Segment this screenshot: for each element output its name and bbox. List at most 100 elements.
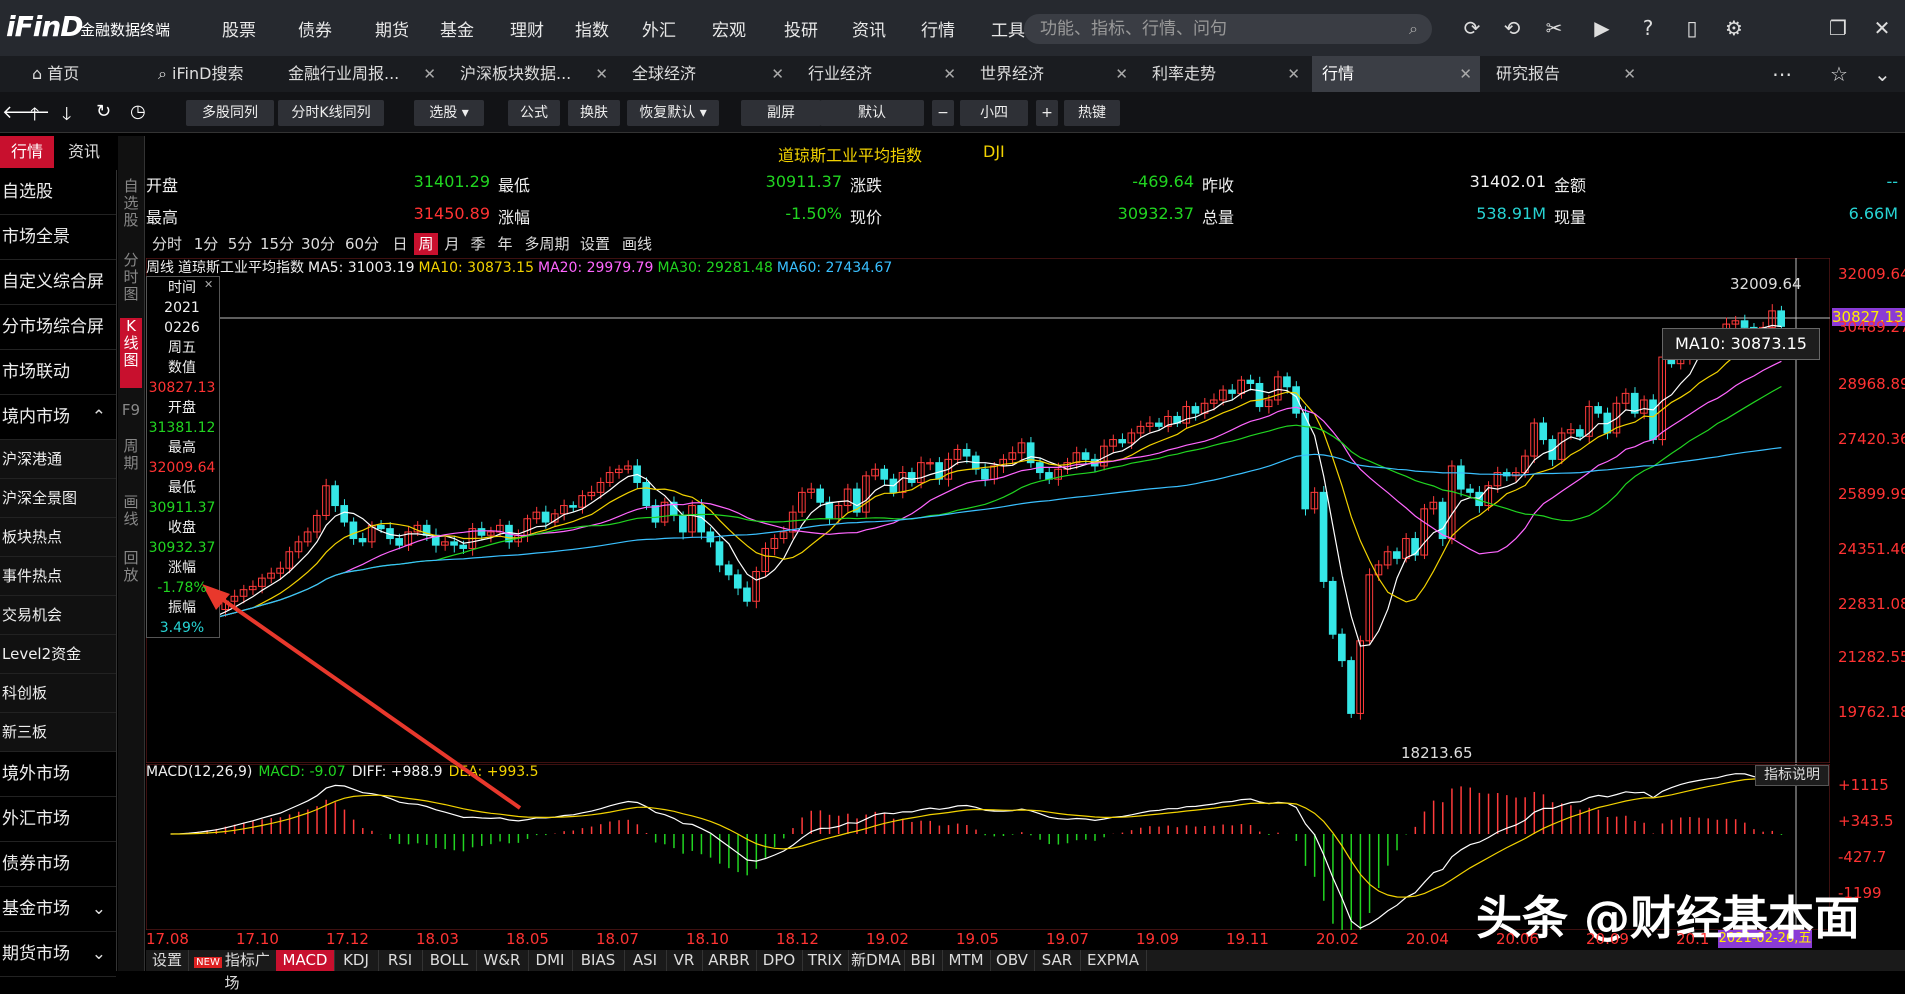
chevron-down-icon[interactable]: ⌄ (92, 887, 106, 932)
close-tab-icon[interactable]: ✕ (943, 56, 956, 92)
video-icon[interactable]: ▶ (1590, 16, 1614, 40)
period-13[interactable]: 画线 (616, 233, 658, 255)
indicator-explain-button[interactable]: 指标说明 (1755, 765, 1829, 786)
period-12[interactable]: 设置 (576, 233, 614, 255)
close-tab-icon[interactable]: ✕ (1623, 56, 1636, 92)
nav-item-0[interactable]: 自选股 (0, 170, 116, 215)
side-tab-quotes[interactable]: 行情 (0, 136, 54, 168)
menu-5[interactable]: 指数 (575, 16, 609, 41)
search-icon[interactable]: ⌕ (1409, 14, 1418, 44)
nav-item-15[interactable]: 外汇市场 (0, 797, 116, 842)
chevron-up-icon[interactable]: ⌃ (92, 395, 106, 440)
indicator-tab-10[interactable]: VR (666, 950, 703, 971)
refresh-icon[interactable]: ⟳ (1460, 16, 1484, 40)
menu-7[interactable]: 宏观 (712, 16, 746, 41)
nav-item-3[interactable]: 分市场综合屏 (0, 305, 116, 350)
vertical-tab-4[interactable]: 周期 (120, 438, 142, 488)
mobile-icon[interactable]: ▯ (1680, 16, 1704, 40)
toolbar-button-6[interactable]: 副屏 (741, 100, 821, 126)
vertical-tab-2[interactable]: K线图 (120, 318, 142, 388)
nav-item-13[interactable]: 新三板 (0, 713, 116, 752)
tab-2[interactable]: 金融行业周报... ✕ (278, 56, 444, 92)
close-tab-icon[interactable]: ✕ (595, 56, 608, 92)
nav-item-6[interactable]: 沪深港通 (0, 440, 116, 479)
search-input[interactable]: 功能、指标、行情、问句 ⌕ (1024, 14, 1432, 44)
toolbar-button-4[interactable]: 换肤 (568, 100, 620, 126)
scissors-icon[interactable]: ✂ (1542, 16, 1566, 40)
indicator-tab-3[interactable]: KDJ (334, 950, 379, 971)
toolbar-button-10[interactable]: + (1036, 100, 1058, 126)
clock-icon[interactable]: ◷ (130, 101, 146, 122)
period-5[interactable]: 60分 (340, 233, 384, 255)
nav-item-2[interactable]: 自定义综合屏 (0, 260, 116, 305)
indicator-tab-6[interactable]: W&R (476, 950, 529, 971)
indicator-tab-1[interactable]: NEW 指标广场 (188, 950, 277, 992)
menu-4[interactable]: 理财 (510, 16, 544, 41)
menu-2[interactable]: 期货 (375, 16, 409, 41)
star-icon[interactable]: ☆ (1830, 62, 1848, 86)
tab-5[interactable]: 行业经济 ✕ (798, 56, 964, 92)
close-icon[interactable]: ✕ (1870, 16, 1894, 40)
close-tab-icon[interactable]: ✕ (771, 56, 784, 92)
indicator-tab-5[interactable]: BOLL (422, 950, 477, 971)
chevron-down-icon[interactable]: ⌄ (1874, 62, 1891, 86)
nav-item-17[interactable]: 基金市场 ⌄ (0, 887, 116, 932)
close-tab-icon[interactable]: ✕ (1287, 56, 1300, 92)
indicator-tab-8[interactable]: BIAS (572, 950, 625, 971)
vertical-tab-0[interactable]: 自选股 (120, 178, 142, 250)
period-8[interactable]: 月 (440, 233, 464, 255)
nav-item-8[interactable]: 板块热点 (0, 518, 116, 557)
up-arrow-icon[interactable]: 🡑 (30, 102, 39, 132)
toolbar-button-8[interactable]: − (932, 100, 954, 126)
menu-11[interactable]: 工具 (991, 16, 1025, 41)
history-icon[interactable]: ⟲ (1500, 16, 1524, 40)
indicator-tab-17[interactable]: OBV (990, 950, 1035, 971)
more-icon[interactable]: ⋯ (1772, 62, 1792, 86)
indicator-tab-4[interactable]: RSI (378, 950, 423, 971)
close-tab-icon[interactable]: ✕ (423, 56, 436, 92)
toolbar-button-1[interactable]: 分时K线同列 (278, 100, 384, 126)
nav-item-1[interactable]: 市场全景 (0, 215, 116, 260)
toolbar-button-0[interactable]: 多股同列 (186, 100, 274, 126)
indicator-tab-18[interactable]: SAR (1034, 950, 1081, 971)
restore-icon[interactable]: ❐ (1826, 16, 1850, 40)
toolbar-button-3[interactable]: 公式 (508, 100, 560, 126)
indicator-tab-12[interactable]: DPO (756, 950, 803, 971)
period-7[interactable]: 周 (414, 233, 438, 255)
tab-1[interactable]: ⌕ iFinD搜索 (148, 56, 274, 92)
period-11[interactable]: 多周期 (520, 233, 574, 255)
vertical-tab-1[interactable]: 分时图 (120, 252, 142, 314)
toolbar-button-11[interactable]: 热键 (1064, 100, 1120, 126)
chevron-down-icon[interactable]: ⌄ (92, 932, 106, 977)
nav-item-16[interactable]: 债券市场 (0, 842, 116, 887)
indicator-tab-7[interactable]: DMI (528, 950, 573, 971)
menu-0[interactable]: 股票 (222, 16, 256, 41)
nav-item-5[interactable]: 境内市场 ⌃ (0, 395, 116, 440)
toolbar-button-5[interactable]: 恢复默认 ▾ (627, 100, 719, 126)
menu-3[interactable]: 基金 (440, 16, 474, 41)
nav-item-10[interactable]: 交易机会 (0, 596, 116, 635)
period-10[interactable]: 年 (492, 233, 518, 255)
period-4[interactable]: 30分 (298, 233, 338, 255)
gear-icon[interactable]: ⚙ (1722, 16, 1746, 40)
period-1[interactable]: 1分 (190, 233, 222, 255)
vertical-tab-3[interactable]: F9 (120, 402, 142, 422)
nav-item-14[interactable]: 境外市场 (0, 752, 116, 797)
nav-item-12[interactable]: 科创板 (0, 674, 116, 713)
period-9[interactable]: 季 (466, 233, 490, 255)
indicator-tab-2[interactable]: MACD (276, 950, 335, 971)
period-3[interactable]: 15分 (258, 233, 296, 255)
tab-3[interactable]: 沪深板块数据... ✕ (450, 56, 616, 92)
side-tab-news[interactable]: 资讯 (68, 136, 118, 168)
indicator-tab-9[interactable]: ASI (624, 950, 667, 971)
menu-10[interactable]: 行情 (921, 16, 955, 41)
tab-6[interactable]: 世界经济 ✕ (970, 56, 1136, 92)
indicator-tab-14[interactable]: 新DMA (848, 950, 905, 971)
menu-8[interactable]: 投研 (784, 16, 818, 41)
vertical-tab-5[interactable]: 画线 (120, 494, 142, 544)
vertical-tab-6[interactable]: 回放 (120, 550, 142, 600)
indicator-tab-19[interactable]: EXPMA (1080, 950, 1147, 971)
indicator-tab-11[interactable]: ARBR (702, 950, 757, 971)
nav-item-11[interactable]: Level2资金 (0, 635, 116, 674)
nav-item-4[interactable]: 市场联动 (0, 350, 116, 395)
